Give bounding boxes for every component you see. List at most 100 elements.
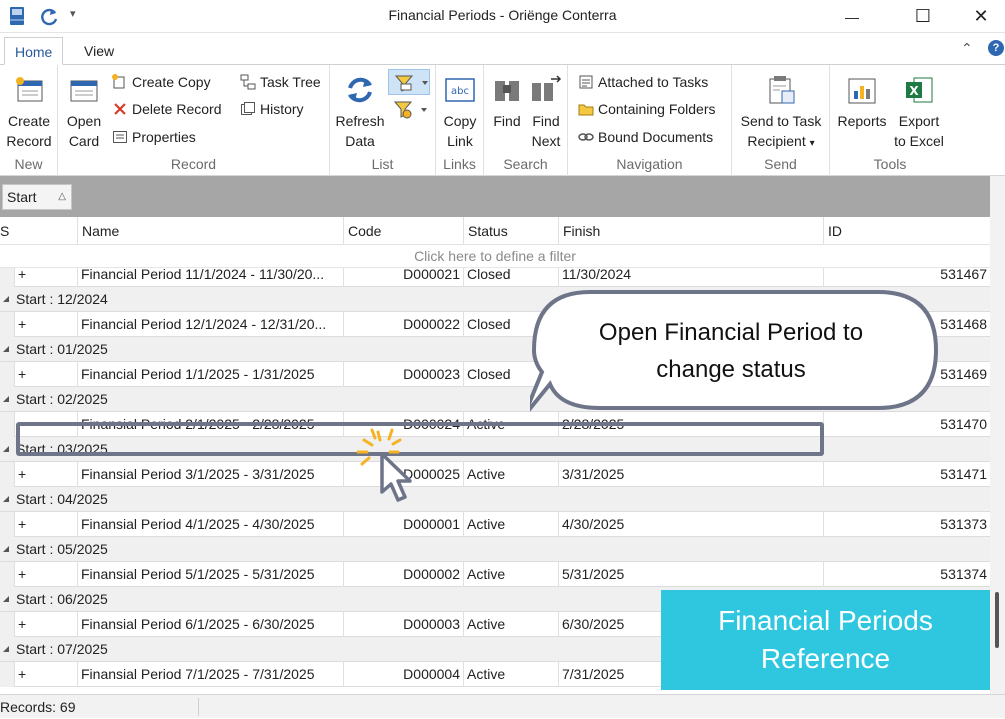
task-tree-button[interactable]: Task Tree — [240, 71, 321, 93]
svg-text:abc: abc — [451, 86, 469, 97]
filter-settings-icon — [393, 101, 427, 119]
maximize-button[interactable]: ☐ — [900, 0, 946, 33]
find-next-icon — [529, 73, 563, 107]
group-label-new: New — [14, 156, 43, 172]
cell-status: Active — [463, 662, 558, 687]
delete-icon — [112, 101, 128, 117]
collapse-group-icon[interactable] — [3, 446, 9, 452]
collapse-ribbon-icon[interactable]: ⌃ — [961, 40, 973, 57]
group-row[interactable]: Start : 04/2025 — [0, 487, 990, 512]
attached-to-tasks-button[interactable]: Attached to Tasks — [578, 71, 708, 93]
column-header-finish[interactable]: Finish — [558, 217, 823, 245]
group-list: Refresh Data List — [330, 65, 436, 176]
reports-chart-icon — [845, 73, 879, 107]
tab-home[interactable]: Home — [4, 37, 64, 65]
cell-s[interactable]: + — [14, 268, 77, 287]
group-row-label: Start : 06/2025 — [16, 591, 108, 607]
filter-icon — [394, 75, 428, 92]
group-row-label: Start : 04/2025 — [16, 491, 108, 507]
cell-code: D000004 — [343, 662, 463, 687]
find-next-button[interactable]: Find Next — [526, 73, 566, 151]
properties-button[interactable]: Properties — [112, 126, 196, 148]
reports-button[interactable]: Reports — [832, 73, 892, 131]
cell-s[interactable]: + — [14, 612, 77, 637]
group-label-links: Links — [443, 156, 476, 172]
callout-text: Open Financial Period to change status — [598, 319, 864, 383]
tab-view[interactable]: View — [74, 37, 124, 65]
cell-s[interactable]: + — [14, 462, 77, 487]
cell-s[interactable]: + — [14, 512, 77, 537]
status-divider — [198, 698, 199, 716]
cell-status: Closed — [463, 268, 558, 287]
cell-finish: 5/31/2025 — [558, 562, 823, 587]
column-header-code[interactable]: Code — [343, 217, 463, 245]
history-icon — [240, 101, 256, 117]
filter-row[interactable]: Click here to define a filter — [0, 245, 990, 268]
task-tree-icon — [240, 74, 256, 90]
delete-record-button[interactable]: Delete Record — [112, 98, 222, 120]
cell-s[interactable]: + — [14, 562, 77, 587]
filter-toggle-button[interactable] — [388, 69, 430, 95]
cell-s[interactable]: + — [14, 312, 77, 337]
minimize-button[interactable]: — — [829, 0, 875, 33]
financial-periods-reference-badge[interactable]: Financial Periods Reference — [661, 590, 990, 690]
row-indent — [0, 268, 14, 287]
open-card-button[interactable]: Open Card — [62, 73, 106, 151]
cell-id: 531471 — [823, 462, 990, 487]
table-row[interactable]: + Finansial Period 4/1/2025 - 4/30/2025 D0… — [0, 512, 990, 537]
collapse-group-icon[interactable] — [3, 296, 9, 302]
collapse-group-icon[interactable] — [3, 496, 9, 502]
collapse-group-icon[interactable] — [3, 396, 9, 402]
cell-name: Finansial Period 7/1/2025 - 7/31/2025 — [77, 662, 343, 687]
cell-s[interactable]: + — [14, 662, 77, 687]
group-row[interactable]: Start : 05/2025 — [0, 537, 990, 562]
table-row[interactable]: + Financial Period 11/1/2024 - 11/30/20..… — [0, 268, 990, 287]
send-to-task-recipient-button[interactable]: Send to Task Recipient ▾ — [734, 73, 828, 154]
ribbon-tabs: Home View ⌃ ? — [0, 33, 1005, 65]
scrollbar-thumb[interactable] — [995, 592, 999, 648]
containing-folders-button[interactable]: Containing Folders — [578, 98, 716, 120]
table-row[interactable]: + Finansial Period 5/1/2025 - 5/31/2025 D0… — [0, 562, 990, 587]
excel-icon: X — [902, 73, 936, 107]
row-indent — [0, 362, 14, 387]
help-icon[interactable]: ? — [988, 40, 1004, 56]
vertical-scrollbar[interactable] — [990, 176, 1005, 694]
group-by-start-chip[interactable]: Start △ — [2, 184, 72, 210]
cell-code: D000023 — [343, 362, 463, 387]
cell-name: Financial Period 1/1/2025 - 1/31/2025 — [77, 362, 343, 387]
cell-id: 531374 — [823, 562, 990, 587]
status-bar: Records: 69 — [0, 694, 1005, 718]
click-cursor-icon — [356, 428, 412, 502]
column-header-s[interactable]: S — [0, 217, 77, 245]
cell-s[interactable]: + — [14, 362, 77, 387]
create-record-button[interactable]: Create Record — [2, 73, 56, 151]
collapse-group-icon[interactable] — [3, 596, 9, 602]
refresh-data-button[interactable]: Refresh Data — [332, 73, 388, 151]
table-row[interactable]: + Finansial Period 3/1/2025 - 3/31/2025 D0… — [0, 462, 990, 487]
collapse-group-icon[interactable] — [3, 646, 9, 652]
export-to-excel-button[interactable]: X Export to Excel — [890, 73, 948, 151]
column-header-id[interactable]: ID — [823, 217, 990, 245]
create-copy-button[interactable]: Create Copy — [112, 71, 211, 93]
column-header-name[interactable]: Name — [77, 217, 343, 245]
row-indent — [0, 462, 14, 487]
copy-link-button[interactable]: abc Copy Link — [438, 73, 482, 151]
cell-name: Finansial Period 6/1/2025 - 6/30/2025 — [77, 612, 343, 637]
ribbon: Create Record New Open Card Create Copy … — [0, 65, 1005, 176]
cell-name: Finansial Period 5/1/2025 - 5/31/2025 — [77, 562, 343, 587]
copy-icon — [112, 74, 128, 90]
group-new: Create Record New — [0, 65, 58, 176]
cell-finish: 11/30/2024 — [558, 268, 823, 287]
column-header-status[interactable]: Status — [463, 217, 558, 245]
bound-documents-button[interactable]: Bound Documents — [578, 126, 713, 148]
collapse-group-icon[interactable] — [3, 546, 9, 552]
collapse-group-icon[interactable] — [3, 346, 9, 352]
grid-header: S Name Code Status Finish ID — [0, 217, 990, 245]
create-record-icon — [12, 73, 46, 107]
history-button[interactable]: History — [240, 98, 304, 120]
find-button[interactable]: Find — [486, 73, 528, 131]
close-button[interactable]: ✕ — [958, 0, 1004, 33]
row-indent — [0, 312, 14, 337]
row-indent — [0, 612, 14, 637]
filter-settings-button[interactable] — [388, 97, 430, 123]
